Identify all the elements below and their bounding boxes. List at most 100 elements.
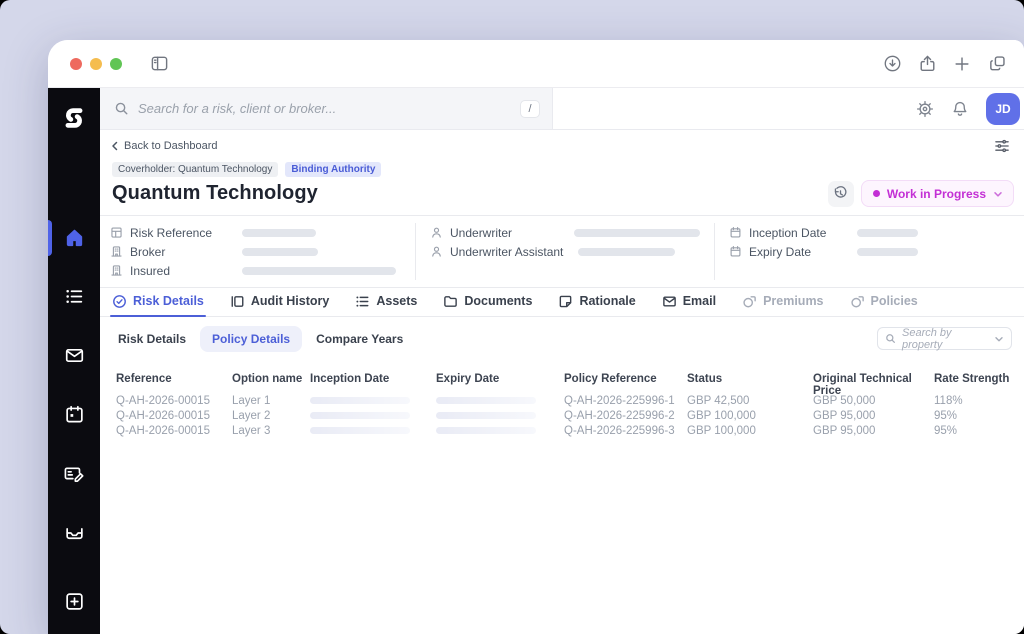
chevron-down-icon <box>994 191 1002 197</box>
col-rate-strength: Rate Strength <box>934 373 1010 385</box>
tab-risk-details[interactable]: Risk Details <box>110 288 206 317</box>
building-icon <box>110 245 123 258</box>
search-placeholder: Search for a risk, client or broker... <box>138 101 337 116</box>
chevron-down-icon <box>994 334 1004 344</box>
sidebar-item-inbox[interactable] <box>48 503 100 562</box>
badge-check-icon <box>112 294 127 309</box>
property-search-placeholder: Search by property <box>902 326 952 351</box>
status-dot <box>872 190 880 197</box>
policies-table: Reference Option name Inception Date Exp… <box>100 359 1024 438</box>
bell-icon[interactable] <box>951 100 969 118</box>
search-icon <box>885 333 896 344</box>
topbar: Search for a risk, client or broker... / <box>100 88 1024 130</box>
status-label: Work in Progress <box>886 186 986 201</box>
tab-documents[interactable]: Documents <box>443 288 532 316</box>
zoom-window-button[interactable] <box>110 57 122 70</box>
tab-rationale[interactable]: Rationale <box>558 288 636 316</box>
global-search-input[interactable]: Search for a risk, client or broker... / <box>100 88 553 129</box>
field-underwriter: Underwriter <box>430 223 700 242</box>
sidebar-toggle-icon[interactable] <box>146 51 172 77</box>
app-logo-icon[interactable] <box>56 100 92 136</box>
coin-icon <box>742 294 757 309</box>
app-sidebar <box>48 88 100 634</box>
placeholder-bar <box>310 397 410 404</box>
avatar[interactable]: JD <box>986 92 1020 125</box>
share-icon[interactable] <box>914 51 940 77</box>
plus-square-icon <box>65 593 83 610</box>
risk-summary-panel: Risk Reference Broker Insured Underwrite… <box>100 215 1024 288</box>
tab-policies[interactable]: Policies <box>850 288 918 316</box>
placeholder-bar <box>242 266 396 275</box>
calendar-icon <box>729 245 742 258</box>
gear-icon[interactable] <box>916 100 934 118</box>
table-row[interactable]: Q-AH-2026-00015 Layer 2 Q-AH-2026-225996… <box>116 408 1014 423</box>
mail-icon <box>65 348 83 363</box>
coverholder-badge: Coverholder: Quantum Technology <box>112 162 279 177</box>
field-risk-reference: Risk Reference <box>110 223 401 242</box>
note-icon <box>558 294 573 309</box>
field-expiry-date: Expiry Date <box>729 242 1010 261</box>
subtab-bar: Risk Details Policy Details Compare Year… <box>100 317 1024 359</box>
tab-premiums[interactable]: Premiums <box>742 288 824 316</box>
tab-overview-icon[interactable] <box>984 51 1010 77</box>
field-insured: Insured <box>110 261 401 280</box>
chrome-actions <box>879 51 1010 77</box>
active-indicator <box>48 219 52 256</box>
placeholder-bar <box>310 427 410 434</box>
home-icon <box>66 229 82 247</box>
ledger-icon <box>110 226 123 239</box>
col-original-technical-price: Original Technical Price <box>813 373 912 397</box>
subtab-policy-details[interactable]: Policy Details <box>200 325 303 352</box>
minimize-window-button[interactable] <box>90 57 102 70</box>
property-search-select[interactable]: Search by property <box>877 326 1012 351</box>
subtab-risk-details[interactable]: Risk Details <box>118 332 186 346</box>
badges: Coverholder: Quantum Technology Binding … <box>100 153 1024 177</box>
subtab-compare-years[interactable]: Compare Years <box>316 332 403 346</box>
back-to-dashboard-link[interactable]: Back to Dashboard <box>110 140 218 152</box>
audit-panel-icon <box>230 294 245 309</box>
history-icon <box>835 186 847 198</box>
list-icon <box>65 290 82 303</box>
building-icon <box>110 264 123 277</box>
tab-assets[interactable]: Assets <box>355 288 417 316</box>
status-dropdown[interactable]: Work in Progress <box>860 180 1014 207</box>
page-title: Quantum Technology <box>112 182 318 204</box>
table-row[interactable]: Q-AH-2026-00015 Layer 1 Q-AH-2026-225996… <box>116 393 1014 408</box>
binding-authority-badge: Binding Authority <box>285 162 382 177</box>
sidebar-item-create[interactable] <box>64 591 85 612</box>
topbar-actions: JD <box>553 88 1024 129</box>
col-status: Status <box>687 373 723 385</box>
placeholder-bar <box>242 228 316 237</box>
tab-bar: Risk Details Audit History Assets Docume… <box>100 288 1024 317</box>
col-reference: Reference <box>116 373 172 385</box>
placeholder-bar <box>857 228 918 237</box>
field-broker: Broker <box>110 242 401 261</box>
downloads-icon[interactable] <box>879 51 905 77</box>
card-pencil-icon <box>64 466 84 482</box>
sidebar-item-quotes[interactable] <box>48 444 100 503</box>
close-window-button[interactable] <box>70 57 82 70</box>
sidebar-item-home[interactable] <box>48 208 100 267</box>
placeholder-bar <box>436 427 536 434</box>
user-icon <box>430 245 443 258</box>
search-icon <box>115 102 128 115</box>
tab-audit-history[interactable]: Audit History <box>230 288 329 316</box>
filter-sliders-icon[interactable] <box>994 139 1010 153</box>
table-row[interactable]: Q-AH-2026-00015 Layer 3 Q-AH-2026-225996… <box>116 423 1014 438</box>
search-shortcut-badge: / <box>520 99 540 118</box>
tab-email[interactable]: Email <box>662 288 716 316</box>
calendar-icon <box>729 226 742 239</box>
placeholder-bar <box>574 228 700 237</box>
col-policy-reference: Policy Reference <box>564 373 657 385</box>
sidebar-item-risks[interactable] <box>48 267 100 326</box>
history-button[interactable] <box>827 180 854 207</box>
sidebar-item-mail[interactable] <box>48 326 100 385</box>
sidebar-item-calendar[interactable] <box>48 385 100 444</box>
inbox-tray-icon <box>65 527 83 540</box>
folder-icon <box>443 294 458 309</box>
col-inception-date: Inception Date <box>310 373 390 385</box>
new-tab-icon[interactable] <box>949 51 975 77</box>
desktop-background: Search for a risk, client or broker... / <box>0 0 1024 634</box>
col-option-name: Option name <box>232 373 303 385</box>
calendar-icon <box>65 405 83 423</box>
